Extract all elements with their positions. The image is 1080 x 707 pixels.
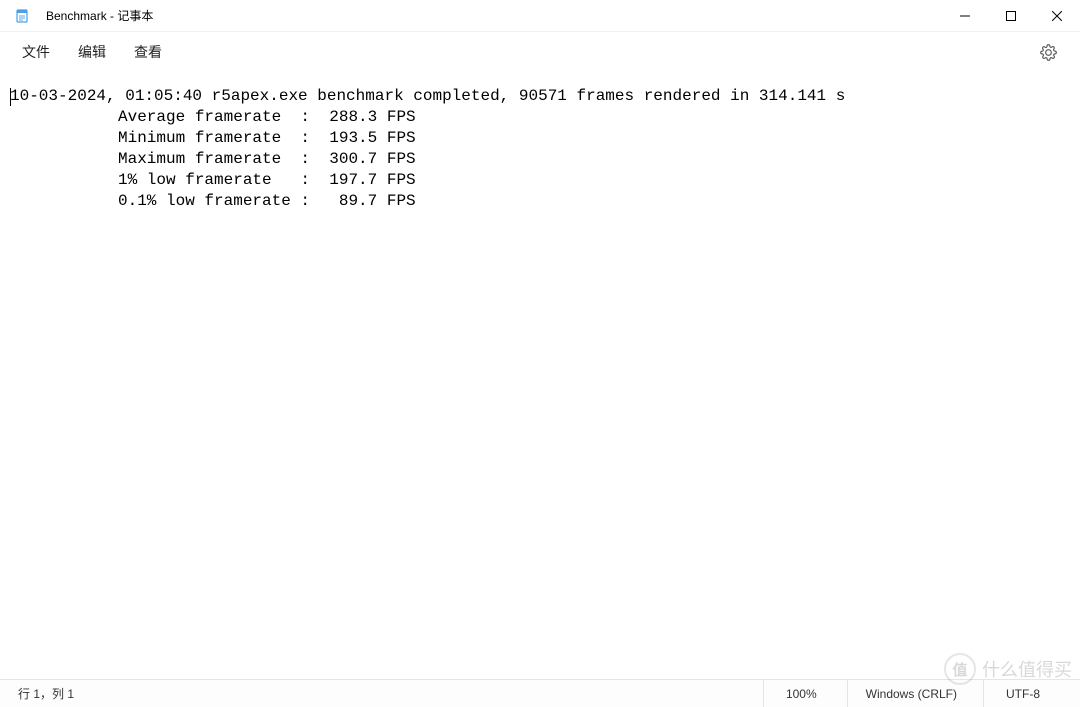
text-editor-area[interactable]: 10-03-2024, 01:05:40 r5apex.exe benchmar… (0, 72, 1080, 679)
menu-file[interactable]: 文件 (8, 36, 64, 68)
status-zoom[interactable]: 100% (763, 680, 847, 707)
menubar: 文件 编辑 查看 (0, 32, 1080, 72)
content-line: Maximum framerate : 300.7 FPS (10, 149, 1070, 170)
gear-icon (1040, 44, 1057, 61)
status-encoding: UTF-8 (983, 680, 1080, 707)
content-line: Average framerate : 288.3 FPS (10, 107, 1070, 128)
minimize-button[interactable] (942, 0, 988, 32)
statusbar: 行 1，列 1 100% Windows (CRLF) UTF-8 (0, 679, 1080, 707)
status-position: 行 1，列 1 (0, 685, 74, 702)
content-line: Minimum framerate : 193.5 FPS (10, 128, 1070, 149)
close-button[interactable] (1034, 0, 1080, 32)
notepad-icon (14, 8, 30, 24)
content-line: 1% low framerate : 197.7 FPS (10, 170, 1070, 191)
status-eol: Windows (CRLF) (847, 680, 983, 707)
menu-edit[interactable]: 编辑 (64, 36, 120, 68)
window-title: Benchmark - 记事本 (46, 7, 153, 24)
titlebar: Benchmark - 记事本 (0, 0, 1080, 32)
content-line: 10-03-2024, 01:05:40 r5apex.exe benchmar… (10, 87, 845, 105)
menu-view[interactable]: 查看 (120, 36, 176, 68)
settings-button[interactable] (1030, 34, 1066, 70)
maximize-button[interactable] (988, 0, 1034, 32)
window-controls (942, 0, 1080, 32)
content-line: 0.1% low framerate : 89.7 FPS (10, 191, 1070, 212)
